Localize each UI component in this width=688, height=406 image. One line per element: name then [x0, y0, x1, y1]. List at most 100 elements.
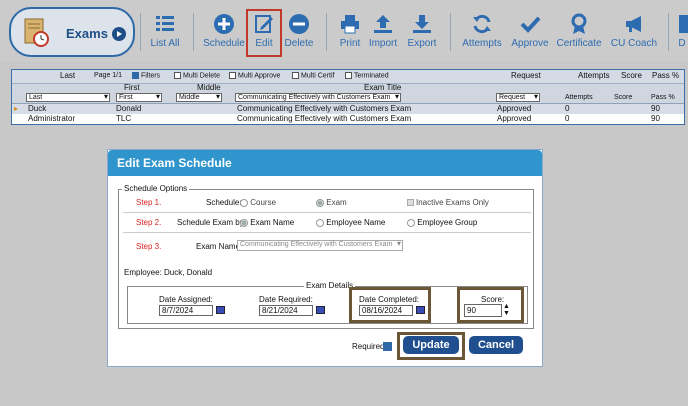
page-indicator: Page 1/1 [94, 72, 123, 79]
filter-middle-select[interactable]: Middle [176, 93, 222, 102]
date-completed-label: Date Completed: [359, 295, 420, 304]
divider [123, 212, 531, 213]
calendar-icon[interactable] [216, 306, 225, 314]
cell-attempts: 0 [565, 114, 570, 123]
filter-request-select[interactable]: Request [496, 93, 540, 102]
schedule-by-label: Schedule Exam by: [177, 218, 246, 227]
exam-radio-icon [316, 198, 324, 207]
cell-first: Donald [116, 104, 142, 113]
score-input[interactable]: 90 [464, 304, 502, 317]
required-checkbox[interactable] [383, 342, 392, 351]
download-icon [413, 15, 431, 33]
cell-last: Duck [28, 104, 47, 113]
dialog-title: Edit Exam Schedule [108, 150, 542, 176]
grid-top-bar: Last Page 1/1 Filters Multi Delete Multi… [12, 70, 684, 84]
score-stepper-icon[interactable]: ▲ ▼ [503, 303, 510, 317]
attempts-button[interactable]: Attempts [461, 13, 503, 49]
step2-label: Step 2. [136, 218, 162, 227]
grid-header-first: First [124, 83, 140, 92]
multi-delete-option[interactable]: Multi Delete [174, 72, 220, 79]
filter-last-select[interactable]: Last [26, 93, 110, 102]
filter-score-label: Score [614, 94, 633, 101]
by-exam-name-radio[interactable]: Exam Name [240, 218, 294, 227]
export-label: Export [407, 38, 437, 49]
list-all-button[interactable]: List All [148, 13, 182, 49]
multi-certif-option[interactable]: Multi Certif [292, 72, 334, 79]
grid-header-pass: Pass % [652, 71, 680, 80]
exam-details-legend: Exam Details [304, 281, 356, 290]
schedule-button[interactable]: Schedule [202, 13, 246, 49]
delete-button[interactable]: Delete [284, 13, 314, 49]
schedule-exam-radio[interactable]: Exam [316, 198, 347, 207]
multi-approve-option[interactable]: Multi Approve [229, 72, 280, 79]
multi-delete-checkbox[interactable] [174, 72, 181, 79]
exam-name-select[interactable]: Communicating Effectively with Customers… [237, 240, 403, 251]
grid-header-last: Last [60, 71, 76, 80]
by-employee-group-radio[interactable]: Employee Group [407, 218, 477, 227]
approve-button[interactable]: Approve [510, 13, 550, 49]
calendar-icon[interactable] [416, 306, 425, 314]
filters-option[interactable]: Filters [132, 72, 160, 79]
more-button[interactable]: D [676, 13, 688, 49]
list-all-label: List All [150, 38, 180, 49]
terminated-option[interactable]: Terminated [345, 72, 389, 79]
refresh-icon [473, 14, 491, 34]
schedule-course-radio[interactable]: Course [240, 198, 276, 207]
cancel-button[interactable]: Cancel [469, 336, 523, 354]
cell-request: Approved [497, 114, 532, 123]
edit-highlight [246, 9, 282, 57]
update-button[interactable]: Update [403, 336, 459, 354]
cell-pass: 90 [651, 104, 660, 113]
exam-name-label: Exam Name: [196, 242, 243, 251]
module-title: Exams [66, 26, 108, 41]
cell-attempts: 0 [565, 104, 570, 113]
date-assigned-input[interactable]: 8/7/2024 [159, 305, 213, 316]
divider [193, 13, 194, 51]
grid-header-score: Score [621, 71, 642, 80]
export-button[interactable]: Export [405, 13, 439, 49]
divider [668, 13, 669, 51]
print-label: Print [339, 38, 361, 49]
minus-circle-icon [289, 14, 309, 34]
exam-name-radio-icon [240, 218, 248, 227]
divider [326, 13, 327, 51]
table-row[interactable]: ▸ Duck Donald Communicating Effectively … [12, 104, 684, 114]
exams-grid: Last Page 1/1 Filters Multi Delete Multi… [11, 69, 685, 125]
filter-first-select[interactable]: First [116, 93, 162, 102]
list-icon [156, 16, 174, 31]
date-assigned-label: Date Assigned: [159, 295, 213, 304]
grid-header-attempts: Attempts [578, 71, 610, 80]
divider [123, 232, 531, 233]
megaphone-icon [626, 16, 641, 32]
approve-label: Approve [511, 38, 549, 49]
import-label: Import [368, 38, 398, 49]
import-button[interactable]: Import [367, 13, 399, 49]
inactive-exams-checkbox[interactable]: Inactive Exams Only [407, 198, 489, 207]
step1-label: Step 1. [136, 198, 162, 207]
by-employee-name-radio[interactable]: Employee Name [316, 218, 385, 227]
cell-exam: Communicating Effectively with Customers… [237, 104, 412, 113]
cu-coach-button[interactable]: CU Coach [610, 13, 658, 49]
date-required-input[interactable]: 8/21/2024 [259, 305, 313, 316]
cu-coach-label: CU Coach [610, 38, 658, 49]
certificate-button[interactable]: Certificate [556, 13, 602, 49]
play-icon[interactable] [112, 27, 126, 41]
filter-exam-title-select[interactable]: Communicating Effectively with Customers… [235, 93, 401, 102]
employee-label: Employee: Duck, Donald [124, 268, 213, 277]
terminated-checkbox[interactable] [345, 72, 352, 79]
course-radio-icon [240, 198, 248, 207]
multi-certif-checkbox[interactable] [292, 72, 299, 79]
date-required-label: Date Required: [259, 295, 313, 304]
multi-approve-checkbox[interactable] [229, 72, 236, 79]
award-icon [571, 13, 587, 34]
document-icon [679, 15, 688, 33]
date-completed-input[interactable]: 08/16/2024 [359, 305, 413, 316]
delete-label: Delete [284, 38, 314, 49]
print-button[interactable]: Print [336, 13, 364, 49]
table-row[interactable]: Administrator TLC Communicating Effectiv… [12, 114, 684, 124]
calendar-icon[interactable] [316, 306, 325, 314]
cell-first: TLC [116, 114, 132, 123]
inactive-checkbox-icon [407, 199, 414, 207]
module-selector[interactable]: Exams [9, 7, 135, 57]
filters-checkbox[interactable] [132, 72, 139, 79]
